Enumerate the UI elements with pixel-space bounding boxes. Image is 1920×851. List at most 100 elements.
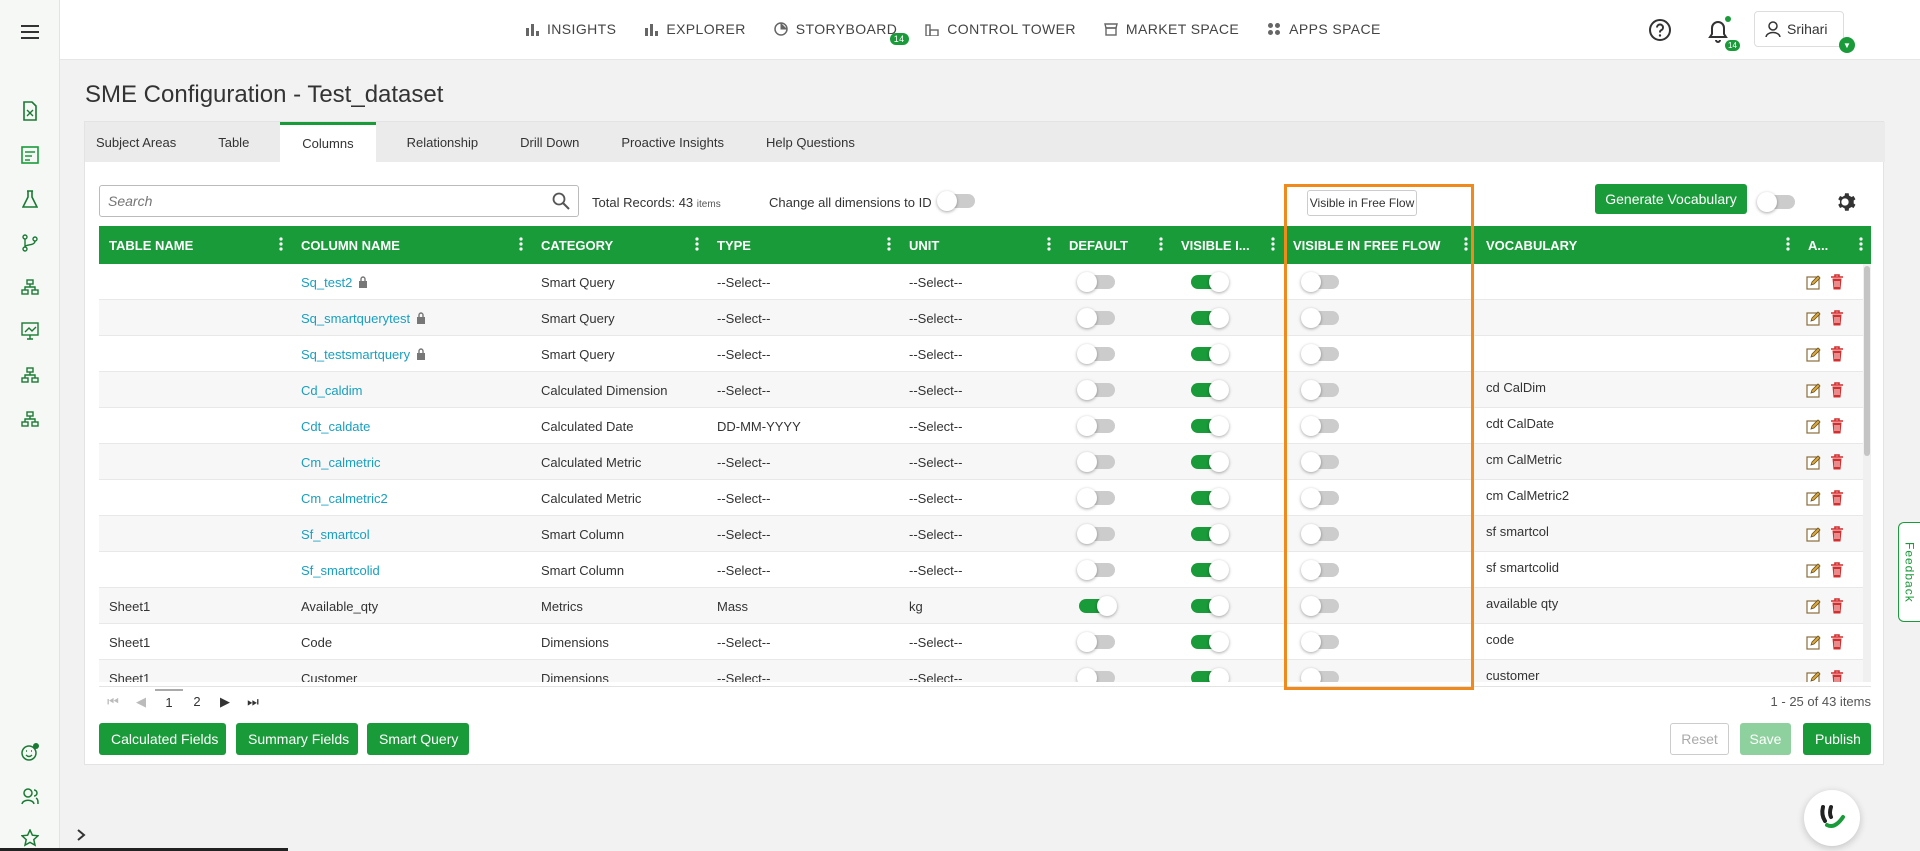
kebab-icon[interactable]: [1047, 237, 1051, 251]
smart-query-button[interactable]: Smart Query: [367, 723, 469, 755]
default-toggle[interactable]: [1077, 524, 1115, 544]
free-flow-toggle[interactable]: [1301, 524, 1339, 544]
table-row[interactable]: Cm_calmetric Calculated Metric --Select-- -…: [99, 444, 1871, 480]
delete-icon[interactable]: [1830, 526, 1844, 542]
cell-unit[interactable]: --Select--: [899, 516, 1059, 552]
tab-help-questions[interactable]: Help Questions: [755, 122, 866, 162]
edit-icon[interactable]: [1806, 526, 1822, 542]
visible-toggle[interactable]: [1191, 380, 1229, 400]
cell-type[interactable]: Mass: [707, 588, 899, 624]
scrollbar-thumb[interactable]: [1864, 266, 1870, 456]
default-toggle[interactable]: [1077, 452, 1115, 472]
nav-insights[interactable]: INSIGHTS: [525, 21, 616, 37]
free-flow-toggle[interactable]: [1301, 488, 1339, 508]
cell-type[interactable]: --Select--: [707, 372, 899, 408]
visible-toggle[interactable]: [1191, 524, 1229, 544]
kebab-icon[interactable]: [279, 237, 283, 251]
column-name-text[interactable]: Cdt_caldate: [301, 419, 370, 434]
feedback-tab[interactable]: Feedback: [1898, 522, 1920, 622]
visible-toggle[interactable]: [1191, 452, 1229, 472]
cell-unit[interactable]: --Select--: [899, 660, 1059, 683]
cell-type[interactable]: --Select--: [707, 552, 899, 588]
column-name-text[interactable]: Cm_calmetric: [301, 455, 380, 470]
tab-proactive-insights[interactable]: Proactive Insights: [610, 122, 735, 162]
header-type[interactable]: TYPE: [707, 226, 899, 264]
chatbot-icon[interactable]: [1804, 790, 1860, 846]
table-row[interactable]: Sq_smartquerytest Smart Query --Select-- --…: [99, 300, 1871, 336]
cell-unit[interactable]: --Select--: [899, 372, 1059, 408]
free-flow-toggle[interactable]: [1301, 380, 1339, 400]
cell-unit[interactable]: --Select--: [899, 552, 1059, 588]
kebab-icon[interactable]: [887, 237, 891, 251]
cell-type[interactable]: --Select--: [707, 300, 899, 336]
kebab-icon[interactable]: [1859, 237, 1863, 251]
cell-column-name[interactable]: Sq_test2: [291, 264, 531, 300]
edit-icon[interactable]: [1806, 634, 1822, 650]
table-row[interactable]: Sf_smartcol Smart Column --Select-- --Selec…: [99, 516, 1871, 552]
header-default[interactable]: DEFAULT: [1059, 226, 1171, 264]
delete-icon[interactable]: [1830, 346, 1844, 362]
edit-icon[interactable]: [1806, 346, 1822, 362]
delete-icon[interactable]: [1830, 310, 1844, 326]
cell-column-name[interactable]: Cd_caldim: [291, 372, 531, 408]
free-flow-toggle[interactable]: [1301, 596, 1339, 616]
org-chart-icon[interactable]: [18, 363, 42, 387]
header-actions[interactable]: A...: [1798, 226, 1871, 264]
cell-column-name[interactable]: Sq_smartquerytest: [291, 300, 531, 336]
publish-button[interactable]: Publish: [1803, 723, 1871, 755]
search-input[interactable]: [100, 186, 540, 216]
page-2[interactable]: 2: [183, 689, 211, 715]
free-flow-toggle[interactable]: [1301, 272, 1339, 292]
free-flow-toggle[interactable]: [1301, 452, 1339, 472]
table-row[interactable]: Sq_test2 Smart Query --Select-- --Select--: [99, 264, 1871, 300]
column-name-text[interactable]: Sf_smartcolid: [301, 563, 380, 578]
reset-button[interactable]: Reset: [1670, 723, 1729, 755]
branch-icon[interactable]: [18, 231, 42, 255]
kebab-icon[interactable]: [1271, 237, 1275, 251]
header-unit[interactable]: UNIT: [899, 226, 1059, 264]
header-category[interactable]: CATEGORY: [531, 226, 707, 264]
cell-type[interactable]: --Select--: [707, 336, 899, 372]
column-name-text[interactable]: Sq_testsmartquery: [301, 347, 410, 362]
table-row[interactable]: Cm_calmetric2 Calculated Metric --Select--…: [99, 480, 1871, 516]
visible-toggle[interactable]: [1191, 488, 1229, 508]
column-name-text[interactable]: Sq_test2: [301, 275, 352, 290]
visible-free-flow-button[interactable]: Visible in Free Flow: [1307, 190, 1417, 216]
cell-type[interactable]: --Select--: [707, 660, 899, 683]
edit-icon[interactable]: [1806, 310, 1822, 326]
visible-toggle[interactable]: [1191, 272, 1229, 292]
monitor-chart-icon[interactable]: [18, 319, 42, 343]
visible-toggle[interactable]: [1191, 632, 1229, 652]
header-column-name[interactable]: COLUMN NAME: [291, 226, 531, 264]
help-icon[interactable]: [1648, 18, 1672, 42]
header-visible-free-flow[interactable]: VISIBLE IN FREE FLOW: [1283, 226, 1476, 264]
nav-storyboard[interactable]: STORYBOARD 14: [774, 21, 909, 45]
table-row[interactable]: Sheet1 Code Dimensions --Select-- --Select--…: [99, 624, 1871, 660]
delete-icon[interactable]: [1830, 454, 1844, 470]
calculated-fields-button[interactable]: Calculated Fields: [99, 723, 226, 755]
edit-icon[interactable]: [1806, 382, 1822, 398]
edit-icon[interactable]: [1806, 454, 1822, 470]
gear-icon[interactable]: [1834, 191, 1856, 213]
header-table-name[interactable]: TABLE NAME: [99, 226, 291, 264]
save-button[interactable]: Save: [1740, 723, 1791, 755]
nav-control-tower[interactable]: CONTROL TOWER: [925, 21, 1076, 37]
cell-column-name[interactable]: Sq_testsmartquery: [291, 336, 531, 372]
cell-type[interactable]: --Select--: [707, 516, 899, 552]
table-scrollbar[interactable]: [1863, 264, 1871, 682]
free-flow-toggle[interactable]: [1301, 668, 1339, 682]
default-toggle[interactable]: [1079, 596, 1117, 616]
delete-icon[interactable]: [1830, 382, 1844, 398]
cell-type[interactable]: --Select--: [707, 444, 899, 480]
last-page-icon[interactable]: ⏭: [239, 689, 267, 715]
edit-icon[interactable]: [1806, 490, 1822, 506]
cell-column-name[interactable]: Cdt_caldate: [291, 408, 531, 444]
kebab-icon[interactable]: [1464, 237, 1468, 251]
nav-market-space[interactable]: MARKET SPACE: [1104, 21, 1239, 37]
kebab-icon[interactable]: [1786, 237, 1790, 251]
default-toggle[interactable]: [1077, 488, 1115, 508]
cell-unit[interactable]: --Select--: [899, 624, 1059, 660]
cell-type[interactable]: --Select--: [707, 264, 899, 300]
delete-icon[interactable]: [1830, 274, 1844, 290]
brain-icon[interactable]: [18, 740, 42, 764]
